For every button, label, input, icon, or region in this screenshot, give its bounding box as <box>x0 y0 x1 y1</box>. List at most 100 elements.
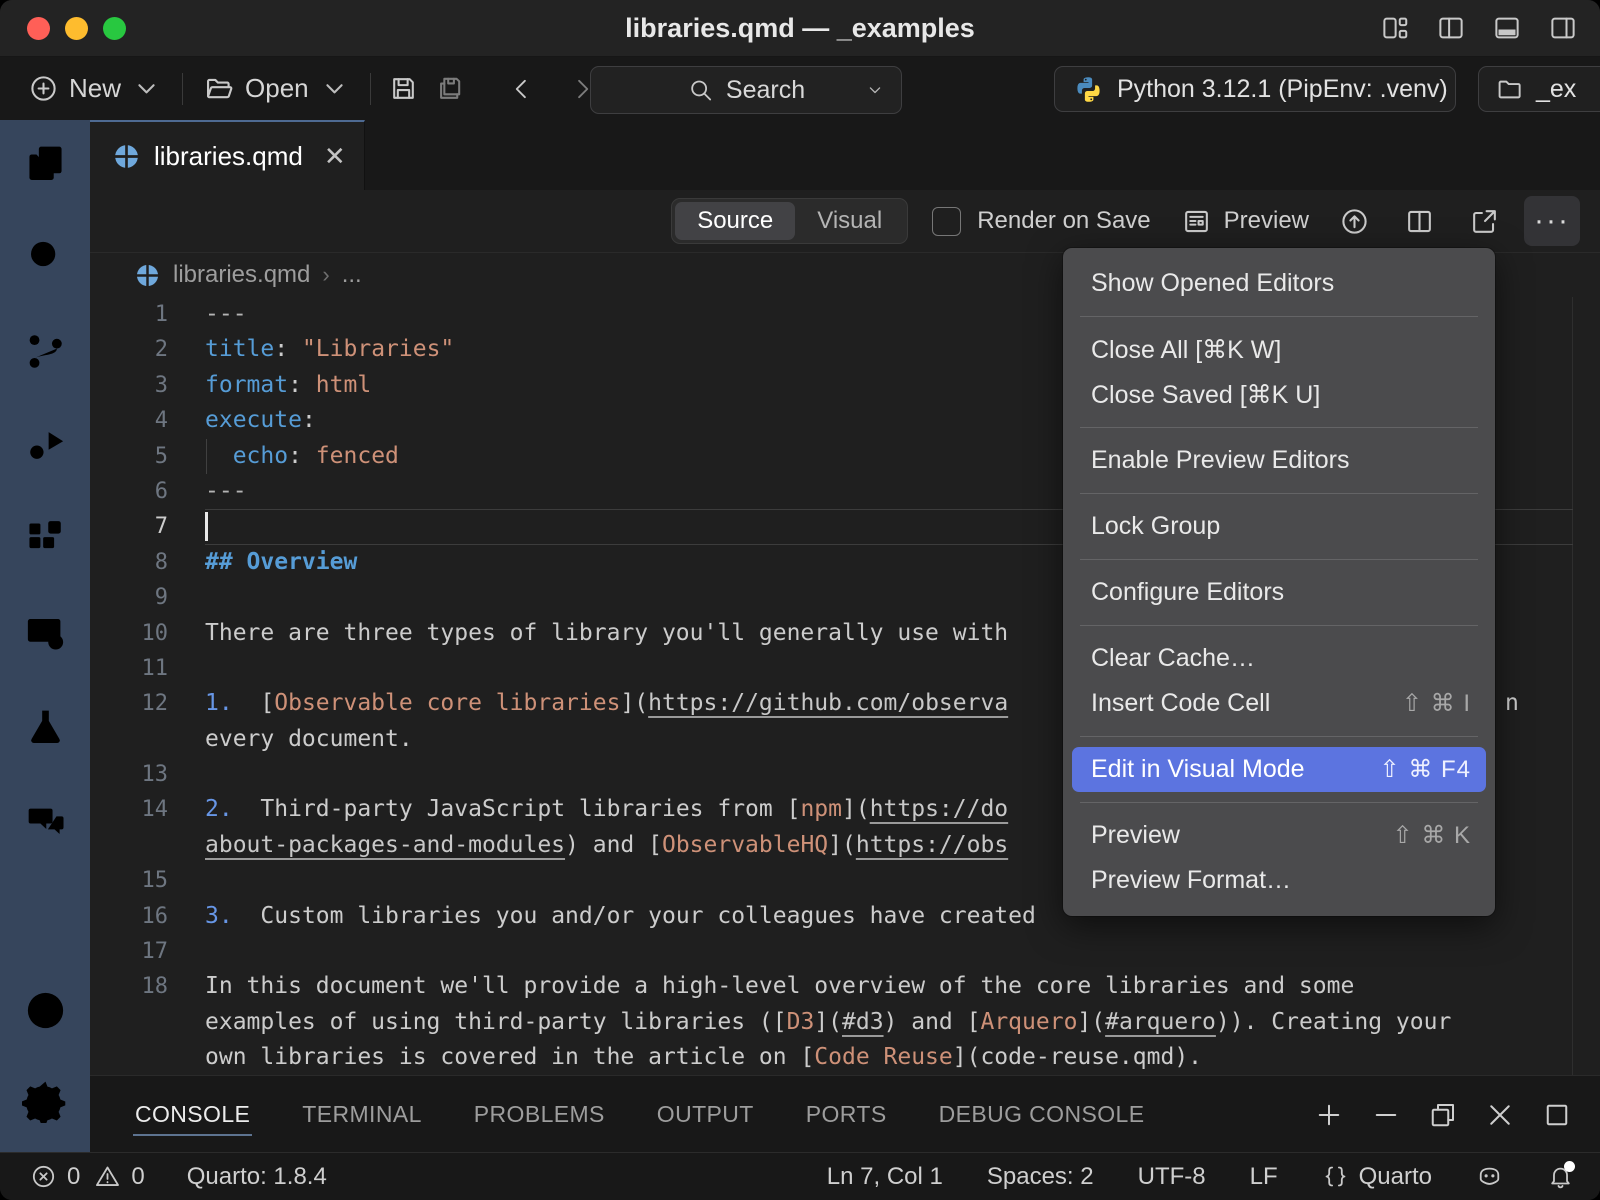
menu-item-clear-cache[interactable]: Clear Cache… <box>1063 636 1495 681</box>
status-quarto-1-8-4[interactable]: Quarto: 1.8.4 <box>187 1163 327 1191</box>
line-number: 13 <box>90 757 205 792</box>
menu-item-edit-in-visual-mode[interactable]: Edit in Visual Mode⇧ ⌘ F4 <box>1072 747 1486 792</box>
chevron-down-icon <box>865 80 885 100</box>
code-line-wrap[interactable]: examples of using third-party libraries … <box>90 1005 1600 1040</box>
minimize-window-button[interactable] <box>65 17 88 40</box>
save-button[interactable] <box>381 73 427 104</box>
code-line-18[interactable]: 18In this document we'll provide a high-… <box>90 969 1600 1004</box>
line-number: 4 <box>90 403 205 438</box>
status-quarto[interactable]: Quarto <box>1322 1163 1432 1191</box>
menu-item-lock-group[interactable]: Lock Group <box>1063 504 1495 549</box>
panel-tab-console[interactable]: CONSOLE <box>133 1087 252 1142</box>
line-number <box>90 722 205 757</box>
menu-item-show-opened-editors[interactable]: Show Opened Editors <box>1063 261 1495 306</box>
status-ln-7-col-1[interactable]: Ln 7, Col 1 <box>827 1163 943 1191</box>
activity-source-control-icon[interactable] <box>22 328 69 375</box>
activity-testing-icon[interactable] <box>22 704 69 751</box>
workspace-label: _ex <box>1536 75 1576 104</box>
split-editor-button[interactable] <box>1404 206 1435 237</box>
status-0[interactable]: 0 <box>30 1163 80 1191</box>
secondary-sidebar-icon[interactable] <box>1548 13 1578 43</box>
menu-item-enable-preview-editors[interactable]: Enable Preview Editors <box>1063 438 1495 483</box>
menu-item-close-all-k-w[interactable]: Close All [⌘K W] <box>1063 327 1495 372</box>
menu-item-preview[interactable]: Preview⇧ ⌘ K <box>1063 813 1495 858</box>
panel-tab-debug-console[interactable]: DEBUG CONSOLE <box>937 1087 1147 1142</box>
line-number: 9 <box>90 580 205 615</box>
render-on-save-checkbox[interactable] <box>932 207 961 236</box>
menu-separator <box>1080 802 1478 803</box>
plus-icon[interactable] <box>1314 1100 1344 1130</box>
status-0[interactable]: 0 <box>94 1163 144 1191</box>
restore-panel-icon[interactable] <box>1428 1100 1458 1130</box>
menu-item-configure-editors[interactable]: Configure Editors <box>1063 570 1495 615</box>
breadcrumb-file[interactable]: libraries.qmd <box>173 261 310 289</box>
source-visual-toggle: Source Visual <box>671 198 908 244</box>
menu-item-preview-format[interactable]: Preview Format… <box>1063 858 1495 903</box>
editor-actions-context-menu: Show Opened Editors Close All [⌘K W]Close… <box>1063 248 1495 916</box>
status-spaces-2[interactable]: Spaces: 2 <box>987 1163 1094 1191</box>
maximize-panel-icon[interactable] <box>1542 1100 1572 1130</box>
panel-tab-terminal[interactable]: TERMINAL <box>300 1087 424 1142</box>
activity-run-debug-icon[interactable] <box>22 422 69 469</box>
menu-separator <box>1080 559 1478 560</box>
tab-close-icon[interactable]: ✕ <box>324 141 346 172</box>
minus-icon[interactable] <box>1371 1100 1401 1130</box>
preview-button[interactable]: Preview <box>1181 206 1309 237</box>
search-input[interactable]: Search <box>590 66 902 114</box>
zoom-window-button[interactable] <box>103 17 126 40</box>
more-actions-button[interactable]: ··· <box>1524 196 1580 246</box>
activity-settings-gear-icon[interactable] <box>22 1076 69 1123</box>
breadcrumb-more[interactable]: ... <box>342 261 362 289</box>
status-bell-icon[interactable] <box>1547 1163 1574 1190</box>
titlebar: libraries.qmd — _examples <box>0 0 1600 57</box>
error-icon <box>30 1163 57 1190</box>
code-line-17[interactable]: 17 <box>90 934 1600 969</box>
new-button[interactable]: New <box>18 73 172 104</box>
code-line-wrap[interactable]: own libraries is covered in the article … <box>90 1040 1600 1075</box>
line-content: examples of using third-party libraries … <box>205 1005 1600 1040</box>
menu-item-close-saved-k-u[interactable]: Close Saved [⌘K U] <box>1063 372 1495 417</box>
activity-explorer-icon[interactable] <box>22 140 69 187</box>
activity-account-icon[interactable] <box>22 987 69 1034</box>
line-number <box>90 1040 205 1075</box>
preview-icon <box>1181 206 1212 237</box>
activity-remote-explorer-icon[interactable] <box>22 610 69 657</box>
layout-customize-icon[interactable] <box>1380 13 1410 43</box>
render-button[interactable] <box>1339 206 1370 237</box>
close-window-button[interactable] <box>27 17 50 40</box>
tab-libraries-qmd[interactable]: libraries.qmd ✕ <box>90 120 365 190</box>
line-number: 7 <box>90 509 205 544</box>
activity-chat-icon[interactable] <box>22 798 69 845</box>
workspace-button[interactable]: _ex <box>1478 66 1600 112</box>
interpreter-selector[interactable]: Python 3.12.1 (PipEnv: .venv) <box>1054 66 1456 112</box>
activity-search-icon[interactable] <box>22 234 69 281</box>
status-copilot-icon[interactable] <box>1476 1163 1503 1190</box>
panel-tab-output[interactable]: OUTPUT <box>655 1087 756 1142</box>
bottom-panel: CONSOLE TERMINAL PROBLEMS OUTPUT PORTS DEBUG … <box>90 1075 1600 1153</box>
open-in-new-window-button[interactable] <box>1469 206 1500 237</box>
panel-tab-problems[interactable]: PROBLEMS <box>472 1087 607 1142</box>
panel-tab-ports[interactable]: PORTS <box>804 1087 889 1142</box>
status-utf-8[interactable]: UTF-8 <box>1138 1163 1206 1191</box>
split-editor-layout-icon[interactable] <box>1436 13 1466 43</box>
panel-actions <box>1314 1100 1572 1130</box>
editor-toolbar: Source Visual Render on Save Preview ··· <box>90 190 1600 253</box>
plus-circle-icon <box>28 73 59 104</box>
close-panel-icon[interactable] <box>1485 1100 1515 1130</box>
top-toolbar: New Open Search Python 3.12.1 (PipEnv: .… <box>0 57 1600 121</box>
save-all-button[interactable] <box>427 73 473 104</box>
menu-item-insert-code-cell[interactable]: Insert Code Cell⇧ ⌘ I <box>1063 681 1495 726</box>
line-number: 15 <box>90 863 205 898</box>
status-lf[interactable]: LF <box>1250 1163 1278 1191</box>
back-button[interactable] <box>499 75 545 103</box>
line-content: own libraries is covered in the article … <box>205 1040 1600 1075</box>
source-mode-button[interactable]: Source <box>675 202 795 240</box>
visual-mode-button[interactable]: Visual <box>795 202 904 240</box>
menu-separator <box>1080 736 1478 737</box>
open-button[interactable]: Open <box>193 73 360 105</box>
panel-layout-icon[interactable] <box>1492 13 1522 43</box>
activity-extensions-icon[interactable] <box>22 516 69 563</box>
menu-separator <box>1080 316 1478 317</box>
render-on-save-label: Render on Save <box>977 207 1150 235</box>
line-number: 18 <box>90 969 205 1004</box>
